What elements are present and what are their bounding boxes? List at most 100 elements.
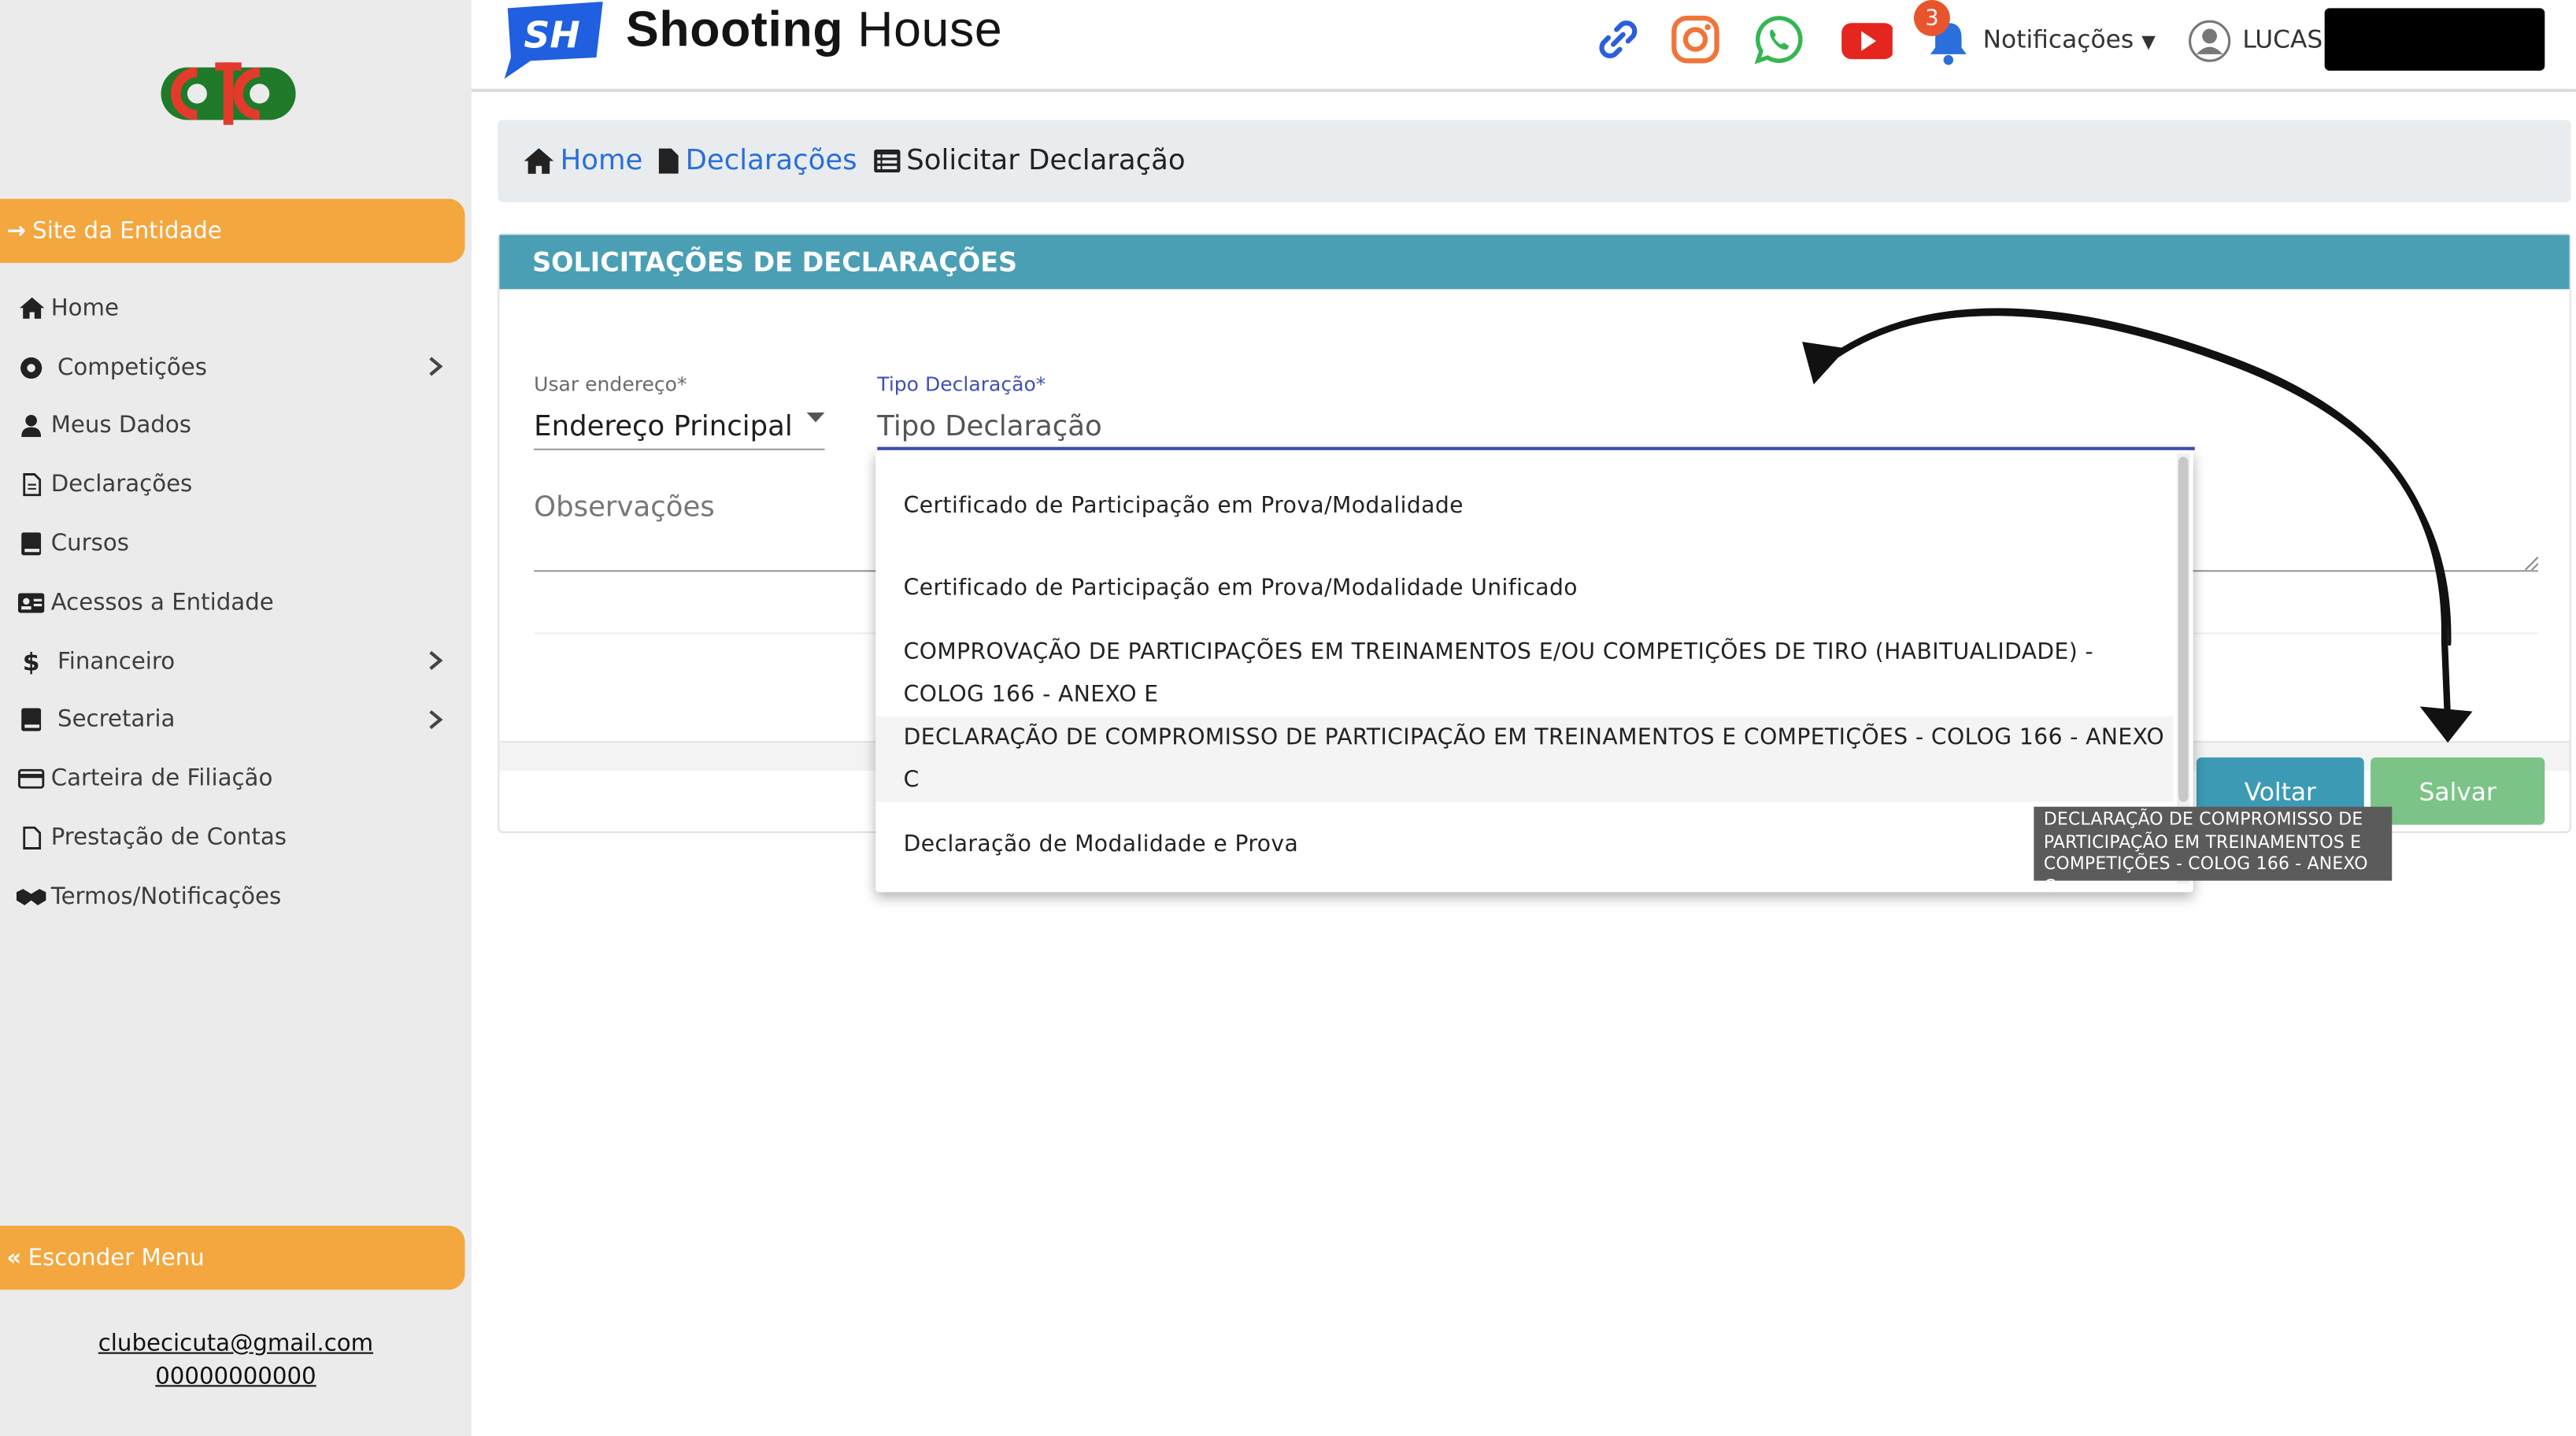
youtube-icon[interactable] bbox=[1840, 13, 1893, 66]
type-label: Tipo Declaração* bbox=[877, 372, 1046, 396]
breadcrumb-declaracoes[interactable]: Declarações bbox=[659, 144, 857, 178]
tooltip-line: DECLARAÇÃO DE COMPROMISSO DE bbox=[2043, 809, 2363, 830]
dropdown-option-text: COMPROVAÇÃO DE PARTICIPAÇÕES EM TREINAME… bbox=[903, 638, 2094, 666]
dropdown-option-text: Certificado de Participação em Prova/Mod… bbox=[903, 575, 1578, 601]
site-da-entidade-label: Site da Entidade bbox=[32, 217, 222, 244]
breadcrumb-home[interactable]: Home bbox=[524, 144, 643, 178]
sidebar-item-label: Termos/Notificações bbox=[50, 883, 282, 910]
address-underline bbox=[534, 448, 825, 450]
breadcrumb-home-label: Home bbox=[560, 144, 643, 178]
option-tooltip: DECLARAÇÃO DE COMPROMISSO DE PARTICIPAÇÃ… bbox=[2034, 806, 2393, 896]
brand-name-rest: House bbox=[843, 3, 1003, 58]
sidebar-item-meus-dados[interactable]: Meus Dados bbox=[0, 397, 472, 456]
link-icon[interactable] bbox=[1592, 13, 1645, 66]
address-label: Usar endereço* bbox=[534, 372, 687, 396]
brand-name[interactable]: Shooting House bbox=[626, 3, 1002, 59]
esconder-menu-button[interactable]: « Esconder Menu bbox=[0, 1225, 465, 1290]
sidebar-item-prestacao[interactable]: Prestação de Contas bbox=[0, 809, 472, 868]
club-logo bbox=[161, 62, 296, 125]
dropdown-option[interactable]: COMPROVAÇÃO DE PARTICIPAÇÕES EM TREINAME… bbox=[875, 631, 2173, 716]
dropdown-option[interactable]: Certificado de Participação em Prova/Mod… bbox=[875, 485, 2173, 527]
breadcrumb-current-label: Solicitar Declaração bbox=[906, 144, 1186, 178]
sidebar-item-carteira[interactable]: Carteira de Filiação bbox=[0, 749, 472, 809]
address-select[interactable]: Endereço Principal bbox=[534, 411, 793, 444]
notification-count-badge: 3 bbox=[1914, 0, 1950, 36]
tooltip-line: COMPETIÇÕES - COLOG 166 - ANEXO C bbox=[2043, 854, 2368, 897]
chevron-right-icon bbox=[429, 709, 443, 729]
caret-down-icon[interactable] bbox=[806, 412, 825, 424]
sidebar-item-label: Carteira de Filiação bbox=[50, 766, 273, 793]
tooltip-line: PARTICIPAÇÃO EM TREINAMENTOS E bbox=[2043, 832, 2362, 853]
circle-icon bbox=[17, 354, 46, 380]
sidebar-item-label: Cursos bbox=[50, 531, 129, 557]
dropdown-scrollbar-thumb[interactable] bbox=[2178, 457, 2189, 802]
home-icon bbox=[17, 295, 46, 321]
card-title: SOLICITAÇÕES DE DECLARAÇÕES bbox=[499, 235, 2570, 290]
id-card-icon bbox=[17, 590, 46, 616]
sidebar-nav: Home Competições Meus Dados Declarações … bbox=[0, 279, 472, 927]
sidebar-item-label: Declarações bbox=[50, 472, 193, 498]
avatar[interactable] bbox=[2188, 20, 2231, 62]
dropdown-option-highlighted[interactable]: DECLARAÇÃO DE COMPROMISSO DE PARTICIPAÇÃ… bbox=[875, 716, 2174, 802]
sidebar-item-home[interactable]: Home bbox=[0, 279, 472, 339]
breadcrumb-current: Solicitar Declaração bbox=[873, 144, 1186, 178]
sidebar-item-termos[interactable]: Termos/Notificações bbox=[0, 868, 472, 927]
sidebar-item-secretaria[interactable]: Secretaria bbox=[0, 691, 472, 750]
resize-handle-icon[interactable] bbox=[2525, 557, 2538, 571]
dropdown-option[interactable]: Certificado de Participação em Prova/Mod… bbox=[875, 567, 2173, 609]
declaration-type-dropdown: Certificado de Participação em Prova/Mod… bbox=[875, 450, 2193, 893]
dropdown-option-text: COLOG 166 - ANEXO E bbox=[903, 682, 1159, 709]
sidebar-item-label: Competições bbox=[57, 354, 207, 381]
sidebar-item-cursos[interactable]: Cursos bbox=[0, 515, 472, 574]
site-da-entidade-button[interactable]: → Site da Entidade bbox=[0, 198, 465, 263]
home-icon bbox=[524, 148, 554, 174]
observacoes-field[interactable]: Observações bbox=[534, 491, 715, 524]
redacted-block bbox=[2324, 8, 2545, 71]
dropdown-option-text: Declaração de Modalidade e Prova bbox=[903, 831, 1299, 858]
top-header: SH Shooting House 3 Notificações ▼ LUCAS bbox=[471, 0, 2576, 92]
brand-logo-badge[interactable]: SH bbox=[498, 2, 606, 80]
double-chevron-left-icon: « bbox=[6, 1244, 22, 1271]
user-icon bbox=[17, 413, 46, 439]
sidebar-item-financeiro[interactable]: $ Financeiro bbox=[0, 632, 472, 691]
sidebar-item-acessos[interactable]: Acessos a Entidade bbox=[0, 573, 472, 632]
dollar-icon: $ bbox=[22, 646, 40, 677]
breadcrumb: Home Declarações Solicitar Declaração bbox=[498, 120, 2571, 202]
book-icon bbox=[17, 531, 46, 557]
sidebar-item-label: Acessos a Entidade bbox=[50, 589, 274, 616]
breadcrumb-declaracoes-label: Declarações bbox=[685, 144, 857, 178]
save-button[interactable]: Salvar bbox=[2371, 757, 2545, 825]
user-name[interactable]: LUCAS bbox=[2242, 24, 2322, 54]
sidebar-item-label: Prestação de Contas bbox=[50, 824, 287, 852]
contact-phone-link[interactable]: 00000000000 bbox=[0, 1360, 472, 1393]
sidebar-item-label: Financeiro bbox=[57, 648, 176, 675]
dropdown-option-text: Certificado de Participação em Prova/Mod… bbox=[903, 493, 1464, 520]
sidebar-item-declaracoes[interactable]: Declarações bbox=[0, 456, 472, 515]
notifications-label: Notificações bbox=[1982, 24, 2134, 54]
credit-card-icon bbox=[17, 766, 46, 792]
type-select[interactable]: Tipo Declaração bbox=[877, 411, 1101, 444]
sidebar: → Site da Entidade Home Competições Meus… bbox=[0, 0, 472, 1436]
file-icon bbox=[659, 148, 679, 174]
arrow-right-icon: → bbox=[6, 217, 26, 244]
chevron-right-icon bbox=[429, 650, 443, 670]
brand-badge-text: SH bbox=[524, 14, 579, 57]
dropdown-option-text: C bbox=[903, 767, 920, 794]
sidebar-item-competicoes[interactable]: Competições bbox=[0, 338, 472, 397]
book-icon bbox=[17, 707, 46, 733]
sidebar-footer: clubecicuta@gmail.com 00000000000 bbox=[0, 1327, 472, 1393]
file-icon bbox=[17, 825, 46, 851]
app-root: → Site da Entidade Home Competições Meus… bbox=[0, 0, 2576, 1436]
sidebar-item-label: Secretaria bbox=[57, 707, 176, 734]
dropdown-option-text: DECLARAÇÃO DE COMPROMISSO DE PARTICIPAÇÃ… bbox=[903, 724, 2165, 751]
chevron-right-icon bbox=[429, 356, 443, 376]
dropdown-option[interactable]: Declaração de Modalidade e Prova bbox=[875, 823, 2173, 866]
caret-down-icon: ▼ bbox=[2141, 31, 2156, 53]
file-icon bbox=[17, 472, 46, 498]
notifications-dropdown[interactable]: Notificações ▼ bbox=[1983, 24, 2156, 54]
contact-email-link[interactable]: clubecicuta@gmail.com bbox=[0, 1327, 472, 1360]
instagram-icon[interactable] bbox=[1669, 13, 1722, 66]
list-icon bbox=[873, 149, 900, 173]
whatsapp-icon[interactable] bbox=[1753, 13, 1806, 66]
handshake-icon bbox=[16, 884, 46, 910]
